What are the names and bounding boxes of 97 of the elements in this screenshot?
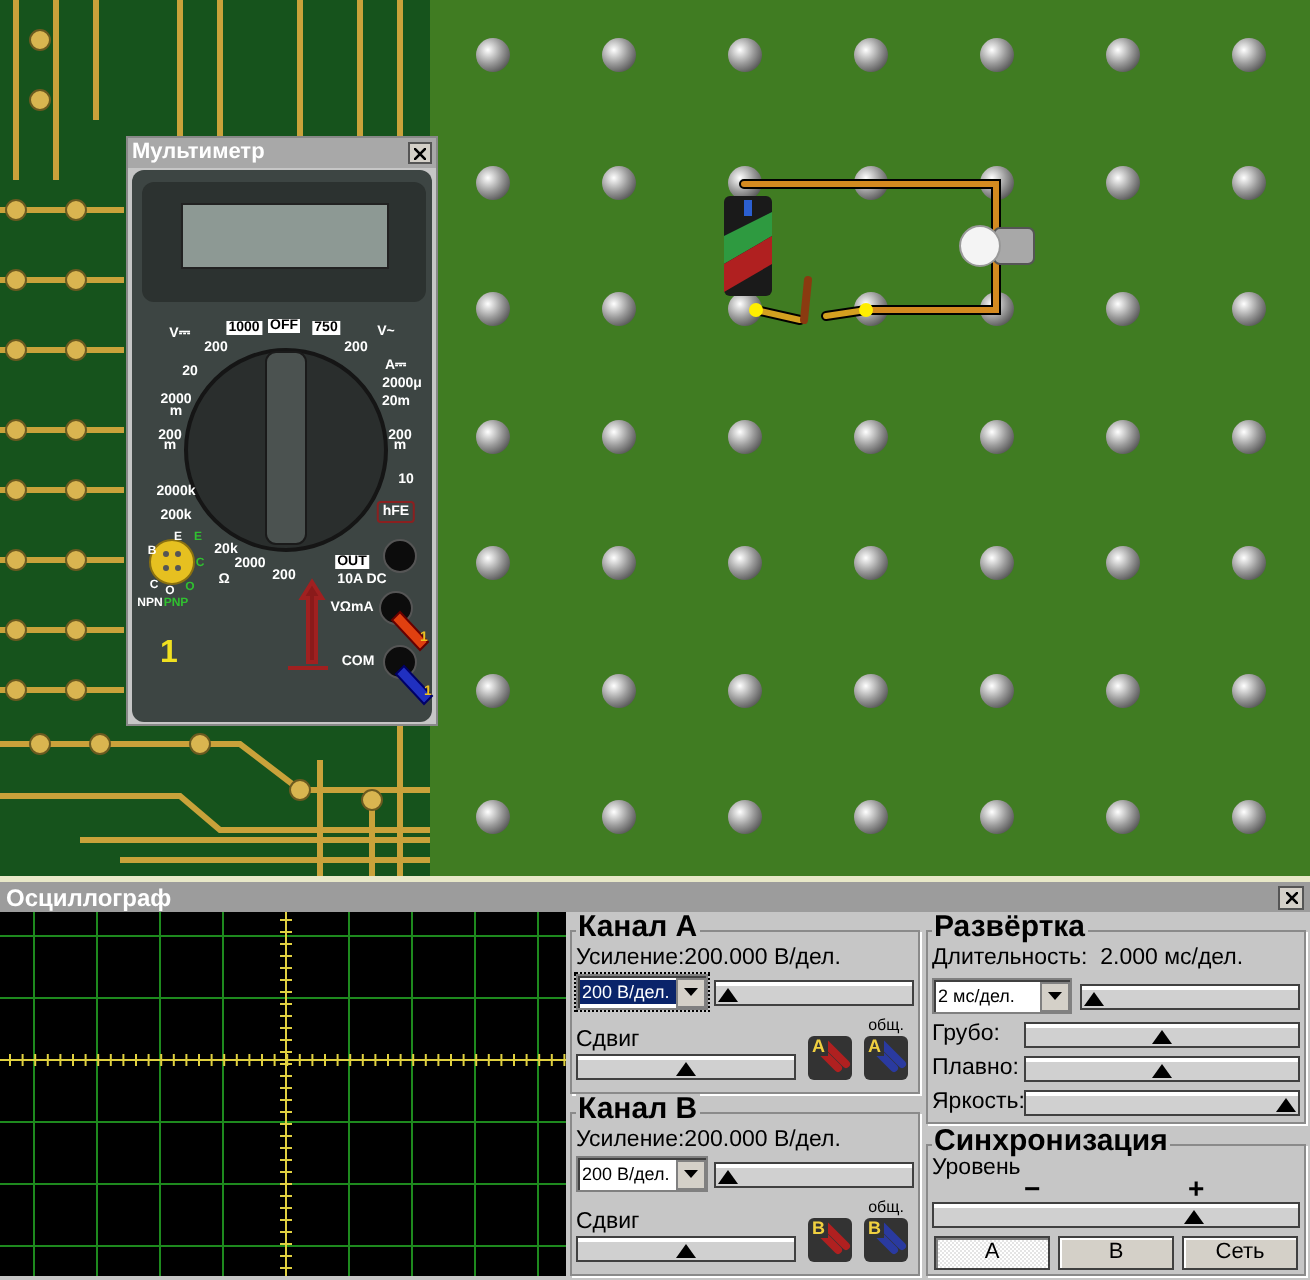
pin — [1232, 800, 1266, 835]
slider-thumb[interactable] — [718, 1169, 738, 1183]
pin — [602, 165, 636, 200]
pin — [854, 419, 888, 454]
pin — [980, 546, 1014, 581]
pin — [602, 292, 636, 327]
slider-thumb[interactable] — [718, 987, 738, 1001]
gain-label: Усиление:200.000 В/дел. — [576, 1126, 843, 1154]
dropdown-arrow-button[interactable] — [1040, 981, 1070, 1011]
probe-label: B — [810, 1220, 827, 1238]
offset-label: Сдвиг — [576, 1208, 642, 1236]
pin — [476, 800, 510, 835]
slider-thumb[interactable] — [676, 1062, 696, 1076]
range-digit: 1 — [160, 638, 178, 670]
pin — [854, 673, 888, 708]
pin — [476, 419, 510, 454]
pin — [1106, 292, 1140, 327]
battery — [724, 196, 772, 296]
dropdown-arrow-button[interactable] — [676, 1159, 706, 1189]
pin — [602, 38, 636, 73]
minus-label: − — [1024, 1174, 1041, 1202]
slider-thumb[interactable] — [1184, 1210, 1205, 1224]
window-title: Мультиметр — [132, 142, 265, 164]
pin — [1106, 673, 1140, 708]
jack — [383, 539, 417, 573]
slider-thumb[interactable] — [1084, 991, 1104, 1005]
pin — [1232, 165, 1266, 200]
pin — [602, 546, 636, 581]
pin — [476, 292, 510, 327]
pin — [854, 38, 888, 73]
pin — [476, 38, 510, 73]
group-title: Развёртка — [932, 912, 1088, 944]
pin — [1232, 38, 1266, 73]
pin — [602, 419, 636, 454]
sync-source-button[interactable]: Сеть — [1182, 1236, 1298, 1270]
caret-icon — [1048, 992, 1062, 1000]
close-icon — [1285, 891, 1297, 903]
slider-label: Плавно: — [932, 1054, 1020, 1082]
pin — [1106, 38, 1140, 73]
slider-thumb[interactable] — [1276, 1097, 1296, 1111]
pin — [980, 419, 1014, 454]
duration-label: Длительность: 2.000 мс/дел. — [932, 944, 1246, 972]
probe-label: A — [866, 1038, 883, 1056]
pin — [1106, 419, 1140, 454]
common-label: общ. — [868, 1016, 904, 1036]
slider-thumb[interactable] — [1152, 1029, 1172, 1043]
pin — [602, 800, 636, 835]
pin — [728, 673, 762, 708]
plus-label: + — [1188, 1174, 1205, 1202]
pin — [476, 673, 510, 708]
close-icon — [414, 147, 426, 159]
transistor-socket — [149, 539, 195, 585]
dropdown-arrow-button[interactable] — [676, 977, 706, 1007]
pin — [980, 800, 1014, 835]
level-label: Уровень — [932, 1156, 1021, 1180]
dropdown[interactable]: 200 В/дел. — [576, 974, 708, 1010]
sync-source-button[interactable]: В — [1058, 1236, 1174, 1270]
pin — [728, 419, 762, 454]
pin — [854, 546, 888, 581]
pin — [602, 673, 636, 708]
probe-symbol — [286, 578, 330, 670]
pin — [476, 165, 510, 200]
pin — [1106, 546, 1140, 581]
close-button[interactable] — [408, 142, 432, 164]
dropdown[interactable]: 2 мс/дел. — [932, 978, 1072, 1014]
pin — [728, 38, 762, 73]
pin — [1232, 419, 1266, 454]
slider-thumb[interactable] — [676, 1244, 696, 1258]
pin — [854, 800, 888, 835]
probe-plug — [394, 664, 434, 706]
caret-icon — [684, 988, 698, 996]
window-title: Осциллограф — [6, 885, 172, 909]
pin — [728, 800, 762, 835]
pin — [980, 38, 1014, 73]
pin — [1232, 292, 1266, 327]
group-title: Синхронизация — [932, 1126, 1170, 1158]
pin — [1232, 546, 1266, 581]
pin — [1232, 673, 1266, 708]
pin — [476, 546, 510, 581]
slider-label: Яркость: — [932, 1088, 1020, 1116]
probe-label: B — [866, 1220, 883, 1238]
close-button[interactable] — [1278, 885, 1304, 909]
caret-icon — [684, 1170, 698, 1178]
gain-label: Усиление:200.000 В/дел. — [576, 944, 843, 972]
dropdown[interactable]: 200 В/дел. — [576, 1156, 708, 1192]
pin — [980, 673, 1014, 708]
common-label: общ. — [868, 1198, 904, 1218]
sync-source-button[interactable]: А — [934, 1236, 1050, 1270]
pin — [728, 546, 762, 581]
probe-label: A — [810, 1038, 827, 1056]
slider-thumb[interactable] — [1152, 1063, 1172, 1077]
slider-label: Грубо: — [932, 1020, 1002, 1048]
offset-label: Сдвиг — [576, 1026, 642, 1054]
light-bulb — [959, 225, 1035, 267]
pin — [1106, 800, 1140, 835]
switch[interactable] — [749, 276, 873, 325]
pin — [1106, 165, 1140, 200]
